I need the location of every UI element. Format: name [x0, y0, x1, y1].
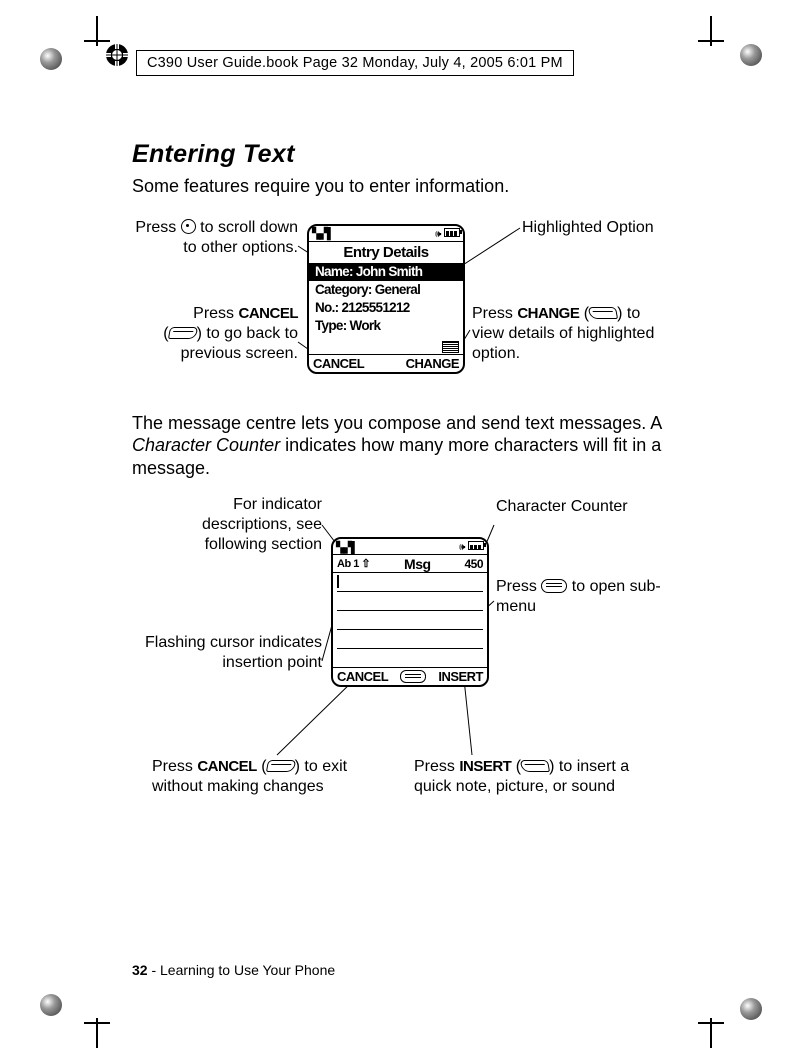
left-softkey-icon [266, 760, 296, 772]
registration-dot-icon [740, 44, 762, 66]
callout-change: Press CHANGE () to view details of highl… [472, 304, 672, 364]
crop-mark [710, 16, 712, 46]
softkey-right-label: INSERT [438, 669, 483, 684]
callout-cursor: Flashing cursor indicates insertion poin… [128, 633, 322, 673]
softkey-right-label: CHANGE [406, 356, 459, 371]
ring-icon: 🕪 [459, 542, 465, 553]
registration-dot-icon [740, 998, 762, 1020]
callout-cancel: Press CANCEL () to go back to previous s… [116, 304, 298, 364]
crop-mark-top [0, 40, 808, 42]
battery-icon [444, 228, 460, 237]
screen-title: Entry Details [309, 242, 463, 263]
intro-text: Some features require you to enter infor… [132, 175, 708, 198]
callout-scroll: Press to scroll down to other options. [126, 218, 298, 258]
signal-icon: ▚▞▌ [336, 541, 358, 554]
right-softkey-icon [520, 760, 550, 772]
callout-counter: Character Counter [496, 497, 686, 517]
callout-insert: Press INSERT () to insert a quick note, … [414, 757, 654, 797]
softkey-bar: CANCEL CHANGE [309, 354, 463, 372]
callout-submenu: Press to open sub-menu [496, 577, 676, 617]
crop-mark-bottom [0, 1022, 808, 1024]
softkey-left-label: CANCEL [313, 356, 364, 371]
paragraph-text: The message centre lets you compose and … [132, 412, 708, 480]
list-row-highlighted: Name: John Smith [309, 263, 463, 281]
text-line [337, 573, 483, 592]
registration-dot-icon [40, 994, 62, 1016]
menu-key-icon [541, 579, 567, 593]
text-line [337, 592, 483, 611]
figure-entry-details: Press to scroll down to other options. P… [132, 218, 708, 398]
menu-key-icon [400, 670, 426, 683]
softkey-bar: CANCEL INSERT [333, 667, 487, 685]
book-header: C390 User Guide.book Page 32 Monday, Jul… [136, 50, 574, 76]
figure-message-entry: For indicator descriptions, see followin… [132, 495, 708, 855]
status-bar: ▚▞▌ 🕪 [309, 226, 463, 242]
list-row: Type: Work [309, 317, 463, 335]
character-counter: 450 [464, 557, 483, 571]
section-title: Entering Text [132, 140, 708, 169]
screen-title: Msg [404, 556, 431, 572]
text-mode-indicator: Ab 1 ⇧ [337, 557, 370, 570]
battery-icon [468, 541, 484, 550]
text-line [337, 630, 483, 649]
phone-screen-message: ▚▞▌ 🕪 Ab 1 ⇧ Msg 450 CANCEL INSERT [331, 537, 489, 687]
crop-mark [96, 1018, 98, 1048]
right-softkey-icon [588, 307, 618, 319]
crop-mark [710, 1018, 712, 1048]
crop-mark [96, 16, 98, 46]
list-row: No.: 2125551212 [309, 299, 463, 317]
status-bar: ▚▞▌ 🕪 [333, 539, 487, 555]
registration-target-icon [106, 44, 128, 66]
page-content: Entering Text Some features require you … [132, 140, 708, 855]
nav-key-icon [181, 219, 196, 234]
keyboard-icon [442, 341, 459, 353]
text-line [337, 611, 483, 630]
signal-icon: ▚▞▌ [312, 227, 334, 240]
ring-icon: 🕪 [435, 229, 441, 240]
message-header: Ab 1 ⇧ Msg 450 [333, 555, 487, 573]
phone-screen-entry-details: ▚▞▌ 🕪 Entry Details Name: John Smith Cat… [307, 224, 465, 374]
callout-highlighted: Highlighted Option [522, 218, 702, 238]
registration-dot-icon [40, 48, 62, 70]
callout-cancel-exit: Press CANCEL () to exit without making c… [152, 757, 382, 797]
list-row: Category: General [309, 281, 463, 299]
text-cursor-icon [337, 575, 339, 588]
text-line [337, 649, 483, 667]
page-footer: 32 - Learning to Use Your Phone [132, 962, 335, 978]
callout-indicator: For indicator descriptions, see followin… [150, 495, 322, 555]
softkey-left-label: CANCEL [337, 669, 388, 684]
left-softkey-icon [168, 327, 198, 339]
